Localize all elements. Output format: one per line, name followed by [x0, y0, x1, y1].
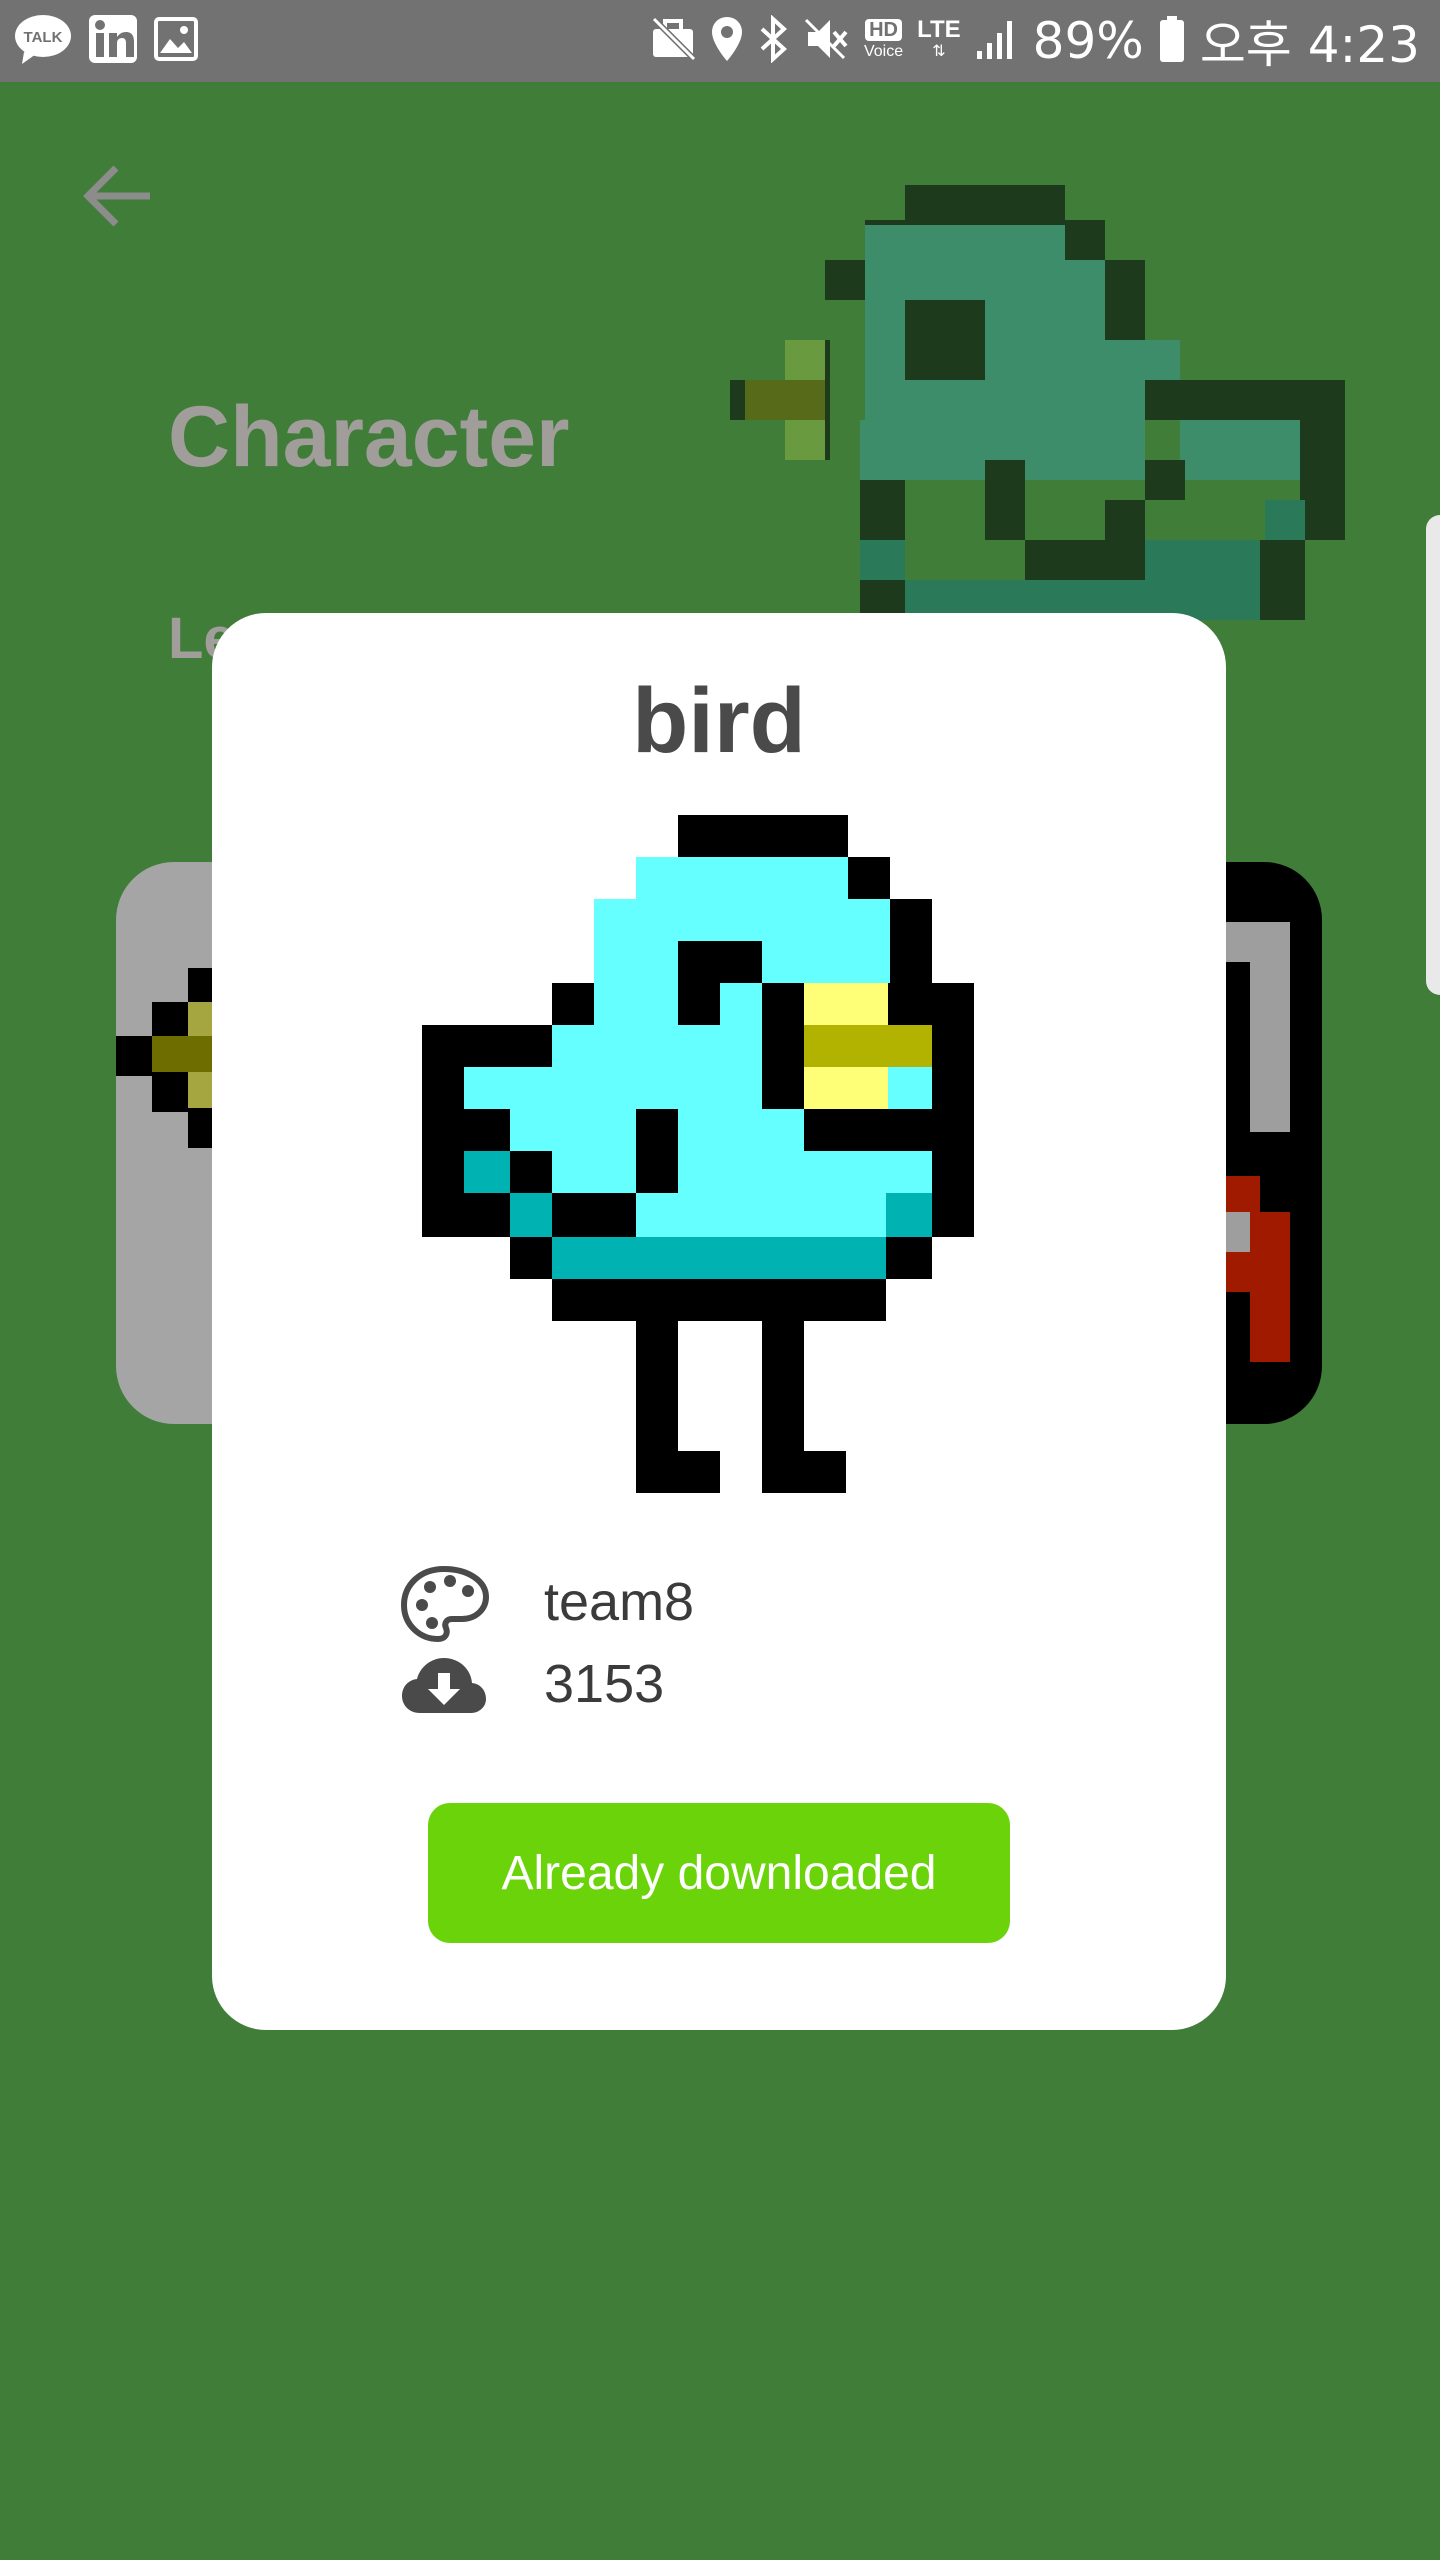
page-title: Character — [168, 389, 570, 485]
gallery-icon — [154, 16, 198, 66]
back-arrow-icon[interactable] — [82, 164, 152, 233]
scroll-indicator[interactable] — [1426, 515, 1440, 995]
author-row — [400, 1565, 490, 1648]
downloads-row — [400, 1655, 488, 1720]
bird-image — [422, 813, 977, 1498]
battery-percent: 89% — [1032, 12, 1144, 70]
data-arrows-icon: ⇅ — [932, 43, 946, 60]
header-bird-image — [700, 180, 1360, 625]
mute-icon — [804, 16, 850, 66]
notification-icons: TALK — [14, 14, 198, 68]
system-icons: HD Voice LTE ⇅ 89% 오후 4:23 — [650, 10, 1420, 74]
cloud-download-icon — [400, 1655, 488, 1720]
bluetooth-icon — [758, 14, 790, 67]
voice-label: Voice — [863, 43, 904, 60]
talk-icon: TALK — [14, 14, 72, 69]
already-downloaded-button[interactable]: Already downloaded — [428, 1803, 1010, 1943]
status-bar: TALK HD Voice LTE ⇅ 89% 오후 4:23 — [0, 0, 1440, 82]
linkedin-icon — [88, 14, 138, 69]
download-count: 3153 — [544, 1654, 665, 1714]
clock: 오후 4:23 — [1199, 16, 1420, 74]
character-name: bird — [632, 670, 806, 772]
location-icon — [710, 15, 744, 67]
hd-voice-icon: HD Voice — [864, 19, 903, 63]
palette-icon — [400, 1565, 490, 1648]
hd-label: HD — [865, 19, 902, 41]
signal-icon — [975, 17, 1019, 65]
lte-label: LTE — [917, 16, 961, 43]
author-name: team8 — [544, 1572, 695, 1632]
svg-text:TALK: TALK — [24, 29, 63, 46]
battery-icon — [1158, 15, 1186, 67]
lte-indicator: LTE ⇅ — [917, 16, 961, 63]
character-dialog: bird team8 3153 Already downloaded — [212, 613, 1226, 2030]
no-work-icon — [650, 16, 697, 65]
